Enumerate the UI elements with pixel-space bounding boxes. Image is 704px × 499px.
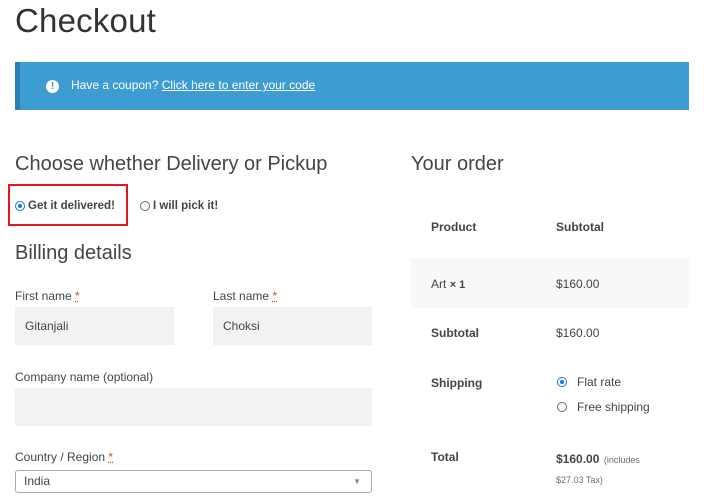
billing-heading: Billing details xyxy=(15,242,132,264)
chevron-down-icon: ▼ xyxy=(353,477,361,486)
item-price: $160.00 xyxy=(556,277,600,291)
subtotal-value: $160.00 xyxy=(556,326,600,340)
shipping-option-flat[interactable]: Flat rate xyxy=(557,375,621,389)
shipping-label: Shipping xyxy=(431,376,483,390)
coupon-link[interactable]: Click here to enter your code xyxy=(162,78,315,92)
item-qty: × 1 xyxy=(449,279,466,291)
required-mark: * xyxy=(272,289,278,303)
radio-free-shipping[interactable] xyxy=(557,402,567,412)
delivery-heading: Choose whether Delivery or Pickup xyxy=(15,153,328,175)
country-label: Country / Region * xyxy=(15,450,114,464)
flat-rate-label: Flat rate xyxy=(577,375,622,389)
country-value: India xyxy=(24,474,51,488)
tax-note: $27.03 Tax) xyxy=(556,475,603,485)
col-product: Product xyxy=(431,220,477,234)
col-subtotal: Subtotal xyxy=(556,220,604,234)
page-title: Checkout xyxy=(15,2,157,39)
delivery-option-pickup[interactable]: I will pick it! xyxy=(140,200,218,212)
pickup-label: I will pick it! xyxy=(153,200,219,212)
coupon-notice: ! Have a coupon? Click here to enter you… xyxy=(15,62,689,110)
radio-delivered[interactable] xyxy=(15,201,25,211)
last-name-input[interactable]: Choksi xyxy=(213,307,372,345)
info-icon: ! xyxy=(46,80,59,93)
coupon-prompt: Have a coupon? xyxy=(71,78,159,92)
total-value: $160.00 (includes xyxy=(556,452,640,466)
shipping-option-free[interactable]: Free shipping xyxy=(557,400,650,414)
order-heading: Your order xyxy=(411,153,504,175)
radio-flat-rate[interactable] xyxy=(557,377,567,387)
free-shipping-label: Free shipping xyxy=(577,400,650,414)
delivery-option-delivered[interactable]: Get it delivered! xyxy=(15,200,115,212)
required-mark: * xyxy=(75,289,80,303)
first-name-input[interactable]: Gitanjali xyxy=(15,307,174,345)
first-name-label: First name * xyxy=(15,289,80,303)
total-note: (includes xyxy=(603,455,640,465)
total-label: Total xyxy=(431,450,459,464)
delivered-label: Get it delivered! xyxy=(28,200,115,212)
required-mark: * xyxy=(108,450,114,464)
coupon-text: Have a coupon? Click here to enter your … xyxy=(71,78,315,92)
company-label: Company name (optional) xyxy=(15,370,154,384)
last-name-label: Last name * xyxy=(213,289,278,303)
country-select[interactable]: India ▼ xyxy=(15,470,372,493)
item-name: Art × 1 xyxy=(431,277,466,291)
subtotal-label: Subtotal xyxy=(431,326,479,340)
radio-pickup[interactable] xyxy=(140,201,150,211)
company-input[interactable] xyxy=(15,388,372,426)
